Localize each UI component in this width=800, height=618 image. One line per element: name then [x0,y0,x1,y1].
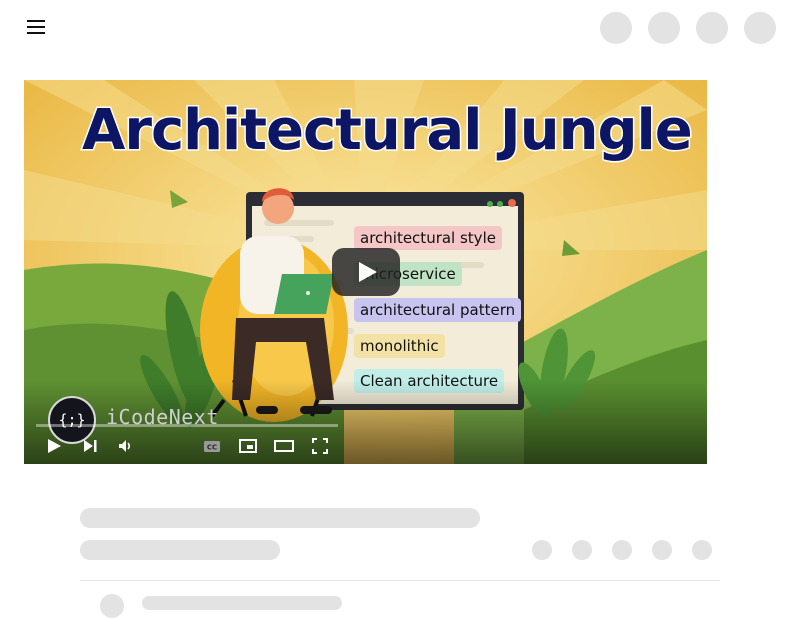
progress-bar[interactable] [36,424,338,427]
video-player[interactable]: Architectural Jungle architectural style… [24,80,707,464]
action-placeholder-2 [572,540,592,560]
play-icon[interactable] [42,434,66,458]
svg-text:CC: CC [207,444,217,452]
top-bar-placeholder-4[interactable] [744,12,776,44]
tag-architectural-style: architectural style [354,226,502,250]
action-placeholder-3 [612,540,632,560]
next-icon[interactable] [78,434,102,458]
action-placeholder-5 [692,540,712,560]
tag-label: architectural pattern [360,301,516,319]
divider [80,580,720,581]
captions-icon[interactable]: CC [200,434,224,458]
action-placeholder-4 [652,540,672,560]
video-title-art: Architectural Jungle [81,97,695,165]
menu-button[interactable] [24,14,48,40]
top-bar-placeholder-1[interactable] [600,12,632,44]
tag-label: architectural style [360,229,496,247]
title-placeholder [80,508,480,528]
large-play-button[interactable] [332,248,400,296]
channel-placeholder [142,596,342,610]
miniplayer-icon[interactable] [236,434,260,458]
meta-placeholder [80,540,280,560]
tag-architectural-pattern: architectural pattern [354,298,522,322]
top-bar-placeholder-3[interactable] [696,12,728,44]
tag-label: monolithic [360,337,439,355]
top-bar-placeholder-2[interactable] [648,12,680,44]
action-placeholder-1 [532,540,552,560]
volume-icon[interactable] [113,434,137,458]
theater-icon[interactable] [272,434,296,458]
fullscreen-icon[interactable] [308,434,332,458]
tag-monolithic: monolithic [354,334,445,358]
avatar-placeholder [100,594,124,618]
